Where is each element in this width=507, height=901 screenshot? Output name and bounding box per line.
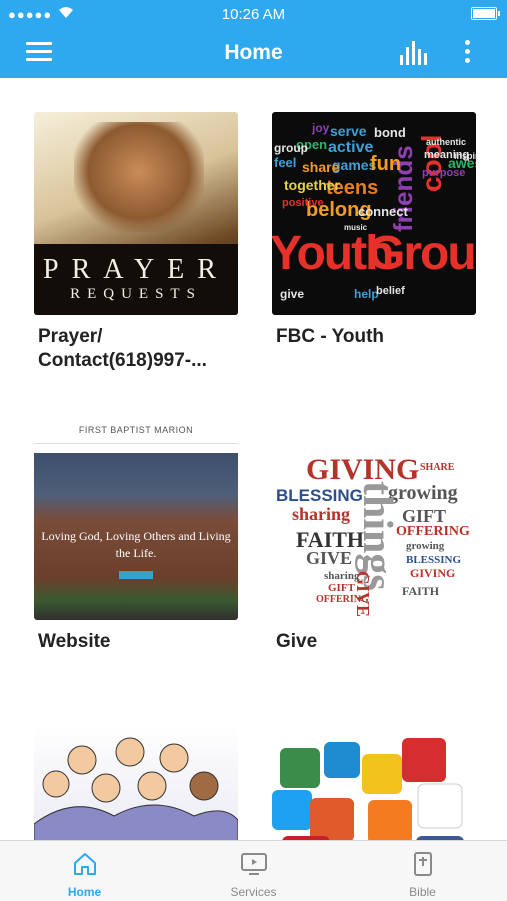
tile-prayer[interactable]: PRAYER REQUESTS Prayer/ Contact(618)997-… <box>34 112 238 373</box>
bottom-tab-bar: Home Services Bible <box>0 840 507 901</box>
word-cloud-word: sharing <box>292 504 351 524</box>
word-cloud-word: GIFT <box>402 506 447 526</box>
word-cloud-word: belief <box>376 285 405 297</box>
more-options-icon[interactable] <box>462 40 472 66</box>
word-cloud-word: OFFERING <box>396 524 470 539</box>
battery-icon <box>471 7 500 20</box>
choir-graphic <box>34 737 238 840</box>
status-time: 10:26 AM <box>221 6 286 23</box>
tv-icon <box>241 853 267 875</box>
tab-label: Services <box>230 885 277 899</box>
word-cloud-word: OFFERING <box>316 594 369 605</box>
praying-hands-graphic <box>74 122 204 232</box>
word-cloud-word: serve <box>330 123 367 139</box>
word-cloud-word: positive <box>282 197 324 209</box>
word-cloud-word: GIVING <box>410 566 456 580</box>
word-cloud-word: inspire <box>454 151 476 161</box>
social-media-image <box>272 724 476 840</box>
word-cloud-word: connect <box>358 204 408 219</box>
tile-social[interactable] <box>272 724 476 840</box>
tile-choir[interactable] <box>34 724 238 840</box>
prayer-image: PRAYER REQUESTS <box>34 112 238 315</box>
tab-services[interactable]: Services <box>169 841 338 901</box>
prayer-image-subtitle: REQUESTS <box>70 286 202 302</box>
tile-label: Give <box>276 631 318 652</box>
home-grid: PRAYER REQUESTS Prayer/ Contact(618)997-… <box>0 78 507 840</box>
word-cloud-word: group <box>274 141 308 155</box>
website-tagline: Loving God, Loving Others and Living the… <box>41 529 231 560</box>
tile-youth[interactable]: Youth Group friends cool belong teens co… <box>272 112 476 349</box>
word-cloud-word: active <box>328 139 374 156</box>
word-cloud-word: GIFT <box>328 582 355 594</box>
tile-label: Website <box>38 631 111 652</box>
word-cloud-word: feel <box>274 155 297 170</box>
social-cubes-graphic <box>272 738 464 840</box>
prayer-image-title: PRAYER <box>43 254 229 285</box>
give-word-cloud-image: GIVING BLESSING growing sharing FAITH GI… <box>272 417 476 620</box>
word-cloud-word: together <box>284 177 340 193</box>
website-header-text: FIRST BAPTIST MARION <box>78 425 194 435</box>
word-cloud-word: give <box>280 287 305 301</box>
page-title: Home <box>224 41 283 64</box>
tile-label: FBC - Youth <box>276 326 384 347</box>
website-preview-image: FIRST BAPTIST MARION Loving God, Loving … <box>34 417 238 620</box>
word-cloud-word: BLESSING <box>276 486 363 505</box>
word-cloud-word: SHARE <box>420 462 455 473</box>
website-learn-button <box>119 571 153 579</box>
word-cloud-word: BLESSING <box>406 554 462 566</box>
word-cloud-word: bond <box>374 125 406 140</box>
tab-home[interactable]: Home <box>0 841 169 901</box>
word-cloud-word: Group <box>368 227 476 280</box>
status-bar: ●●●●● 10:26 AM <box>0 0 507 28</box>
word-cloud-word: authentic <box>426 137 467 147</box>
choir-cartoon-image <box>34 724 238 840</box>
top-nav-bar: Home <box>0 28 507 78</box>
youth-word-cloud-image: Youth Group friends cool belong teens co… <box>272 112 476 315</box>
bible-icon <box>414 852 432 876</box>
word-cloud-word: help <box>354 287 379 301</box>
tab-label: Bible <box>409 885 436 899</box>
audio-bars-icon[interactable] <box>400 41 430 65</box>
word-cloud-word: GIVE <box>306 548 353 568</box>
tab-label: Home <box>67 885 102 899</box>
word-cloud-word: FAITH <box>402 584 440 598</box>
word-cloud-word: joy <box>312 121 330 135</box>
tile-give[interactable]: GIVING BLESSING growing sharing FAITH GI… <box>272 417 476 654</box>
tile-website[interactable]: FIRST BAPTIST MARION Loving God, Loving … <box>34 417 238 654</box>
tile-label: Prayer/ Contact(618)997-... <box>38 326 207 371</box>
home-icon <box>74 853 96 875</box>
word-cloud-word: growing <box>406 540 445 552</box>
word-cloud-word: music <box>344 223 368 232</box>
word-cloud-word: share <box>302 159 340 175</box>
tab-bible[interactable]: Bible <box>338 841 507 901</box>
word-cloud-word: fun <box>370 153 402 175</box>
